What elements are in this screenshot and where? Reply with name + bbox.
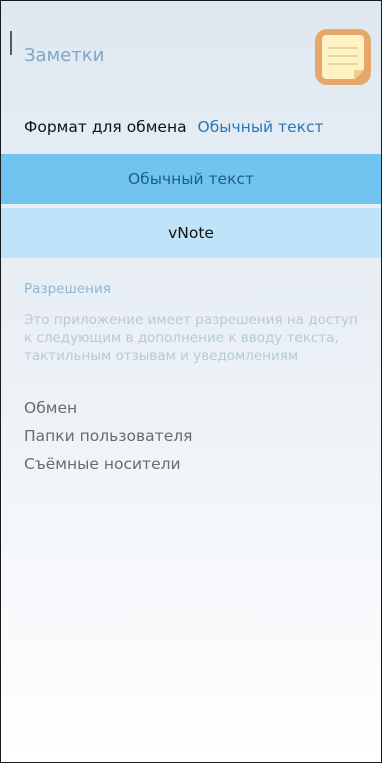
page-title: Заметки bbox=[24, 45, 105, 66]
permission-item-user-folders: Папки пользователя bbox=[24, 427, 193, 445]
permission-item-removable-storage: Съёмные носители bbox=[24, 455, 181, 473]
share-format-label: Формат для обмена bbox=[24, 118, 187, 136]
share-format-row: Формат для обмена Обычный текст bbox=[24, 118, 324, 136]
format-option-plain-text[interactable]: Обычный текст bbox=[1, 154, 381, 204]
note-fold-shape bbox=[354, 70, 364, 80]
share-format-current-value: Обычный текст bbox=[197, 118, 324, 136]
notes-app-icon bbox=[315, 29, 371, 85]
permissions-description: Это приложение имеет разрешения на досту… bbox=[24, 312, 358, 364]
settings-screen: Заметки Формат для обмена Обычный текст … bbox=[0, 0, 382, 763]
permissions-header: Разрешения bbox=[24, 281, 111, 297]
scroll-indicator bbox=[10, 31, 12, 55]
format-option-vnote[interactable]: vNote bbox=[1, 208, 381, 258]
permission-item-sharing: Обмен bbox=[24, 399, 78, 417]
